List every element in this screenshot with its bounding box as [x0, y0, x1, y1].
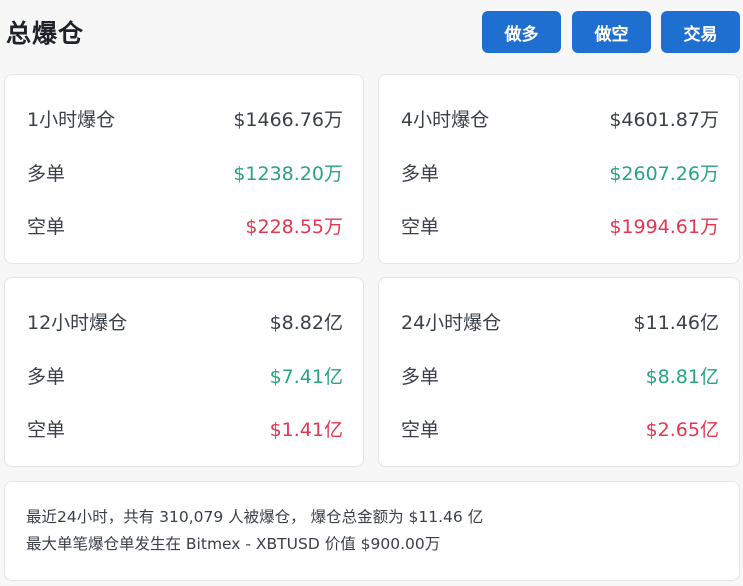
- long-value: $2607.26万: [609, 162, 719, 185]
- short-label: 空单: [401, 215, 440, 238]
- total-value: $11.46亿: [633, 311, 719, 334]
- short-value: $1.41亿: [269, 418, 343, 441]
- go-long-button[interactable]: 做多: [482, 11, 561, 53]
- total-row: 1小时爆仓 $1466.76万: [27, 103, 343, 133]
- header: 总爆仓 做多 做空 交易: [0, 0, 743, 64]
- total-value: $8.82亿: [269, 311, 343, 334]
- trade-button[interactable]: 交易: [661, 11, 740, 53]
- long-row: 多单 $2607.26万: [401, 157, 719, 187]
- liquidation-card-24h: 24小时爆仓 $11.46亿 多单 $8.81亿 空单 $2.65亿: [378, 277, 740, 467]
- short-label: 空单: [27, 215, 66, 238]
- period-label: 12小时爆仓: [27, 311, 128, 334]
- long-row: 多单 $8.81亿: [401, 360, 719, 390]
- long-value: $7.41亿: [269, 365, 343, 388]
- short-label: 空单: [27, 418, 66, 441]
- short-row: 空单 $228.55万: [27, 210, 343, 240]
- total-value: $4601.87万: [609, 108, 719, 131]
- period-label: 1小时爆仓: [27, 108, 116, 131]
- total-row: 12小时爆仓 $8.82亿: [27, 306, 343, 336]
- long-row: 多单 $1238.20万: [27, 157, 343, 187]
- short-value: $1994.61万: [609, 215, 719, 238]
- total-value: $1466.76万: [233, 108, 343, 131]
- long-label: 多单: [27, 162, 66, 185]
- period-label: 24小时爆仓: [401, 311, 502, 334]
- short-row: 空单 $1.41亿: [27, 413, 343, 443]
- short-value: $2.65亿: [645, 418, 719, 441]
- short-row: 空单 $1994.61万: [401, 210, 719, 240]
- page-title: 总爆仓: [6, 19, 85, 48]
- liquidation-card-12h: 12小时爆仓 $8.82亿 多单 $7.41亿 空单 $1.41亿: [4, 277, 364, 467]
- total-row: 24小时爆仓 $11.46亿: [401, 306, 719, 336]
- long-label: 多单: [27, 365, 66, 388]
- total-row: 4小时爆仓 $4601.87万: [401, 103, 719, 133]
- summary-panel: 最近24小时，共有 310,079 人被爆仓， 爆仓总金额为 $11.46 亿 …: [4, 481, 740, 581]
- short-label: 空单: [401, 418, 440, 441]
- long-label: 多单: [401, 365, 440, 388]
- long-label: 多单: [401, 162, 440, 185]
- summary-line-largest: 最大单笔爆仓单发生在 Bitmex - XBTUSD 价值 $900.00万: [26, 535, 441, 553]
- long-value: $1238.20万: [233, 162, 343, 185]
- short-value: $228.55万: [245, 215, 343, 238]
- liquidation-card-4h: 4小时爆仓 $4601.87万 多单 $2607.26万 空单 $1994.61…: [378, 74, 740, 264]
- long-row: 多单 $7.41亿: [27, 360, 343, 390]
- go-short-button[interactable]: 做空: [572, 11, 651, 53]
- long-value: $8.81亿: [645, 365, 719, 388]
- liquidation-card-1h: 1小时爆仓 $1466.76万 多单 $1238.20万 空单 $228.55万: [4, 74, 364, 264]
- period-label: 4小时爆仓: [401, 108, 490, 131]
- short-row: 空单 $2.65亿: [401, 413, 719, 443]
- summary-line-24h: 最近24小时，共有 310,079 人被爆仓， 爆仓总金额为 $11.46 亿: [26, 508, 484, 526]
